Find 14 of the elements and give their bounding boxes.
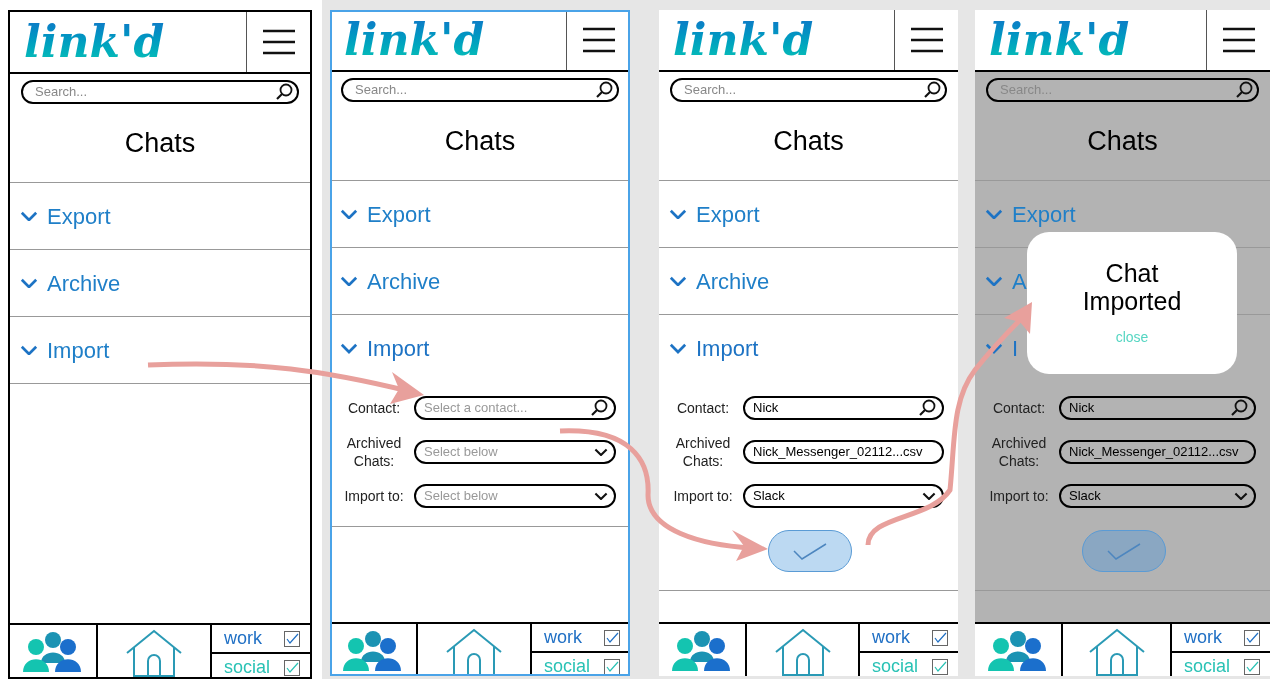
field-label: Import to: <box>672 487 734 505</box>
screen-title: Chats <box>124 126 196 160</box>
field-label: Archived Chats: <box>990 434 1048 470</box>
screen-title: Chats <box>773 124 844 158</box>
field-label: Contact: <box>346 399 402 417</box>
modal-title: Chat Imported <box>1081 258 1183 315</box>
field-label: Contact: <box>991 399 1047 417</box>
field-label: Import to: <box>988 487 1050 505</box>
field-label: Contact: <box>675 399 731 417</box>
screen-title: Chats <box>444 124 516 158</box>
field-label: Archived Chats: <box>345 434 403 470</box>
field-label: Import to: <box>343 487 405 505</box>
field-label: Archived Chats: <box>674 434 732 470</box>
screen-title: Chats <box>1087 124 1158 158</box>
